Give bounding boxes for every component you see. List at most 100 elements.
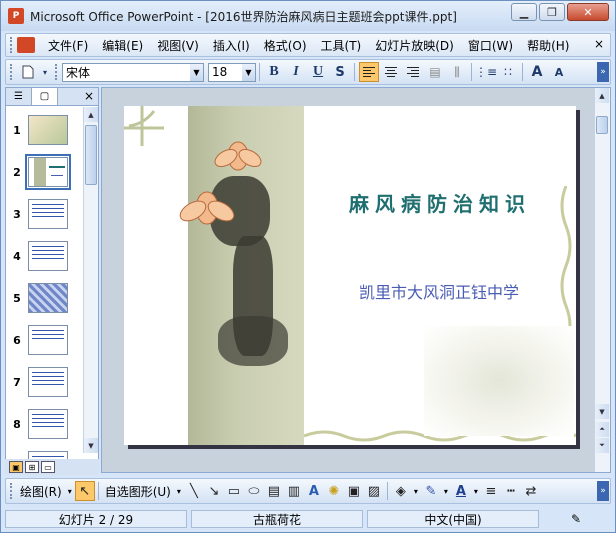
draw-menu-button[interactable]: 绘图(R) [17, 483, 65, 500]
slide-thumbnail[interactable] [28, 199, 68, 229]
slide-canvas[interactable]: 麻风病防治知识 凯里市大风洞正钰中学 [124, 106, 576, 445]
slide-thumbnail[interactable] [28, 283, 68, 313]
line-color-icon[interactable]: ✎ [421, 481, 441, 501]
underline-button[interactable]: U [308, 62, 328, 82]
oval-icon[interactable]: ⬭ [244, 481, 264, 501]
menu-view[interactable]: 视图(V) [150, 37, 206, 54]
toolbar-grip-icon[interactable] [10, 483, 13, 499]
menu-insert[interactable]: 插入(I) [206, 37, 257, 54]
menu-window[interactable]: 窗口(W) [461, 37, 520, 54]
slide-thumbnail[interactable] [28, 325, 68, 355]
italic-button[interactable]: I [286, 62, 306, 82]
normal-view-icon[interactable]: ▣ [9, 461, 23, 473]
insert-picture-icon[interactable]: ▨ [364, 481, 384, 501]
slide-thumbnail[interactable] [28, 367, 68, 397]
scrollbar-thumb[interactable] [85, 125, 97, 185]
slide-thumb-row[interactable]: 8 [6, 406, 84, 442]
slides-tab-icon[interactable]: ▢ [32, 88, 58, 105]
chevron-down-icon[interactable]: ▾ [411, 487, 421, 496]
align-left-icon[interactable] [359, 62, 379, 82]
document-icon[interactable] [17, 37, 35, 53]
next-slide-icon[interactable]: ⏷ [595, 438, 609, 453]
chevron-down-icon[interactable]: ▾ [65, 487, 75, 496]
slide-thumb-row[interactable]: 6 [6, 322, 84, 358]
toolbar-grip-icon[interactable] [10, 64, 13, 80]
slide-thumb-row[interactable]: 3 [6, 196, 84, 232]
dash-style-icon[interactable]: ┅ [501, 481, 521, 501]
textbox-icon[interactable]: ▤ [264, 481, 284, 501]
chevron-down-icon[interactable]: ▾ [441, 487, 451, 496]
outline-tab-icon[interactable]: ☰ [6, 88, 32, 105]
rectangle-icon[interactable]: ▭ [224, 481, 244, 501]
slide-thumb-row[interactable]: 1 [6, 112, 84, 148]
numbered-list-icon[interactable]: ⋮≡ [475, 62, 497, 82]
line-icon[interactable]: ╲ [184, 481, 204, 501]
menu-help[interactable]: 帮助(H) [520, 37, 576, 54]
line-style-icon[interactable]: ≡ [481, 481, 501, 501]
slide-thumbnail[interactable] [28, 115, 68, 145]
thumbnails-scrollbar[interactable]: ▲ ▼ [83, 107, 98, 453]
bullet-list-icon[interactable]: ∷ [498, 62, 518, 82]
slide-sorter-view-icon[interactable]: ⊞ [25, 461, 39, 473]
clipart-icon[interactable]: ▣ [344, 481, 364, 501]
slide-thumbnail[interactable] [28, 409, 68, 439]
spelling-check-icon[interactable]: ✎ [543, 510, 609, 528]
fill-color-icon[interactable]: ◈ [391, 481, 411, 501]
slide-thumbnail[interactable] [28, 241, 68, 271]
align-right-icon[interactable] [403, 62, 423, 82]
align-center-icon[interactable] [381, 62, 401, 82]
font-name-select[interactable]: 宋体 ▼ [62, 62, 204, 82]
previous-slide-icon[interactable]: ⏶ [595, 422, 609, 437]
menu-format[interactable]: 格式(O) [257, 37, 314, 54]
slideshow-view-icon[interactable]: ▭ [41, 461, 55, 473]
chevron-down-icon[interactable]: ▾ [471, 487, 481, 496]
decrease-font-icon[interactable]: A [549, 62, 569, 82]
increase-font-icon[interactable]: A [527, 62, 547, 82]
document-close-icon[interactable]: × [594, 37, 604, 51]
scroll-up-icon[interactable]: ▲ [595, 88, 609, 103]
scroll-down-icon[interactable]: ▼ [595, 404, 609, 419]
slide-scrollbar[interactable]: ▲ ▼ ⏶ ⏷ [594, 88, 610, 472]
toolbar-options-icon[interactable]: ▾ [40, 62, 50, 82]
autoshapes-menu-button[interactable]: 自选图形(U) [102, 483, 174, 500]
slide-thumb-row[interactable]: 4 [6, 238, 84, 274]
toolbar-overflow-icon[interactable]: » [597, 62, 609, 82]
menu-file[interactable]: 文件(F) [41, 37, 95, 54]
pane-close-icon[interactable]: × [84, 89, 94, 103]
toolbar-grip-icon[interactable] [55, 64, 58, 80]
slide-thumb-row[interactable]: 2 [6, 154, 84, 190]
new-document-icon[interactable] [18, 62, 38, 82]
scroll-up-icon[interactable]: ▲ [84, 107, 98, 122]
font-size-select[interactable]: 18 ▼ [208, 62, 256, 82]
font-color-icon[interactable]: A [451, 481, 471, 501]
menu-slideshow[interactable]: 幻灯片放映(D) [368, 37, 461, 54]
select-objects-icon[interactable]: ↖ [74, 481, 95, 501]
shadow-button[interactable]: S [330, 62, 350, 82]
arrow-style-icon[interactable]: ⇄ [521, 481, 541, 501]
chevron-down-icon[interactable]: ▼ [190, 63, 203, 81]
slide-thumb-row[interactable]: 5 [6, 280, 84, 316]
slide-thumb-row[interactable]: 7 [6, 364, 84, 400]
toolbar-grip-icon[interactable] [10, 37, 13, 53]
menu-edit[interactable]: 编辑(E) [95, 37, 150, 54]
slide-thumbnail-selected[interactable] [25, 154, 71, 190]
chevron-down-icon[interactable]: ▼ [242, 63, 255, 81]
restore-button[interactable]: ❐ [539, 3, 565, 21]
bold-button[interactable]: B [264, 62, 284, 82]
menu-tools[interactable]: 工具(T) [314, 37, 369, 54]
toolbar-overflow-icon[interactable]: » [597, 481, 609, 501]
arrow-icon[interactable]: ↘ [204, 481, 224, 501]
diagram-icon[interactable]: ✺ [324, 481, 344, 501]
vertical-textbox-icon[interactable]: ▥ [284, 481, 304, 501]
distributed-align-icon[interactable]: ▤ [425, 62, 445, 82]
chevron-down-icon[interactable]: ▾ [174, 487, 184, 496]
wordart-icon[interactable]: A [304, 481, 324, 501]
close-button[interactable]: ✕ [567, 3, 609, 21]
slide-subtitle[interactable]: 凯里市大风洞正钰中学 [314, 279, 564, 303]
minimize-button[interactable]: ▁ [511, 3, 537, 21]
powerpoint-app-icon[interactable]: P [8, 8, 24, 24]
scroll-down-icon[interactable]: ▼ [84, 438, 98, 453]
scrollbar-thumb[interactable] [596, 116, 608, 134]
vertical-text-icon[interactable]: ⫼ [447, 62, 467, 82]
slide-title[interactable]: 麻风病防治知识 [304, 188, 576, 217]
